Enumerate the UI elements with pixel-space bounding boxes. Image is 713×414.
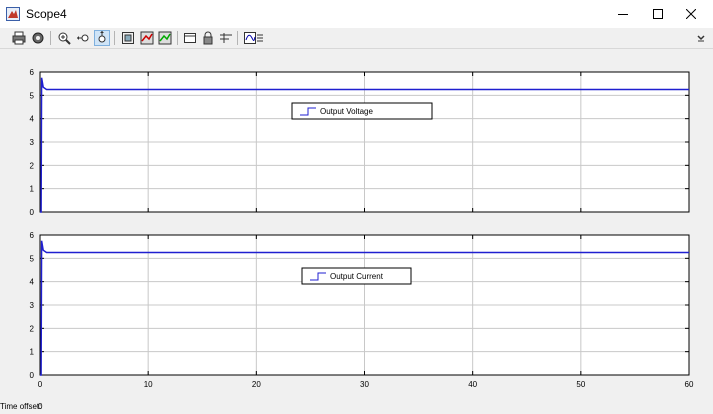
window-title: Scope4 — [26, 7, 67, 21]
title-bar: Scope4 — [0, 0, 713, 28]
y-tick-label: 0 — [30, 371, 35, 380]
close-icon — [686, 9, 696, 19]
zoom-y-icon — [98, 31, 106, 43]
chevron-icon — [697, 35, 705, 42]
matlab-icon — [6, 7, 20, 21]
zoom-x-button[interactable] — [76, 30, 92, 46]
toolbar — [0, 28, 713, 49]
x-tick-label: 60 — [685, 380, 694, 389]
toolbar-separator — [114, 31, 115, 45]
y-tick-label: 4 — [30, 115, 35, 124]
zoom-y-button[interactable] — [94, 30, 110, 46]
legend-label: Output Voltage — [320, 107, 373, 116]
x-tick-label: 20 — [252, 380, 261, 389]
y-tick-label: 3 — [30, 301, 35, 310]
y-tick-label: 5 — [30, 91, 35, 100]
toolbar-separator — [177, 31, 178, 45]
floating-scope-icon — [184, 33, 196, 43]
lock-button[interactable] — [200, 30, 216, 46]
status-bar: Time offset: 0 — [0, 397, 713, 414]
x-tick-label: 10 — [144, 380, 153, 389]
restore-axes-button[interactable] — [157, 30, 173, 46]
save-axes-icon — [140, 31, 154, 45]
legend: Output Current — [301, 267, 412, 285]
signal-selection-icon — [220, 33, 232, 43]
y-tick-label: 1 — [30, 348, 35, 357]
y-tick-label: 6 — [30, 68, 35, 77]
current-axes[interactable]: 01234560 10 20 30 40 50 60Output Current — [0, 225, 713, 397]
legend: Output Voltage — [291, 102, 433, 120]
y-tick-label: 0 — [30, 208, 35, 217]
time-offset-value: 0 — [38, 402, 43, 411]
restore-axes-icon — [158, 31, 172, 45]
floating-scope-button[interactable] — [182, 30, 198, 46]
autoscale-button[interactable] — [120, 30, 136, 46]
y-tick-label: 2 — [30, 324, 35, 333]
toolbar-overflow-button[interactable] — [696, 30, 706, 46]
x-tick-label: 30 — [360, 380, 369, 389]
settings-icon — [32, 32, 44, 44]
y-tick-label: 1 — [30, 185, 35, 194]
toolbar-separator — [50, 31, 51, 45]
x-tick-label: 50 — [576, 380, 585, 389]
toolbar-separator — [237, 31, 238, 45]
y-tick-label: 5 — [30, 254, 35, 263]
legend-icon — [244, 32, 263, 44]
close-button[interactable] — [669, 0, 713, 28]
legend-button[interactable] — [243, 30, 265, 46]
x-tick-label: 40 — [468, 380, 477, 389]
x-tick-label: 0 — [38, 380, 43, 389]
y-tick-label: 2 — [30, 161, 35, 170]
maximize-icon — [653, 9, 663, 19]
settings-button[interactable] — [30, 30, 46, 46]
autoscale-icon — [122, 32, 134, 44]
zoom-in-icon — [58, 32, 71, 45]
y-tick-label: 6 — [30, 231, 35, 240]
minimize-icon — [618, 14, 628, 15]
lock-icon — [203, 31, 213, 45]
save-axes-button[interactable] — [139, 30, 155, 46]
print-icon — [12, 31, 26, 45]
scope-figure: 0 1 2 3 4 5 6 Output Voltage 0 1 2 3 4 5 6 0 10 20 30 40 50… — [0, 49, 713, 397]
voltage-axes[interactable]: 0 1 2 3 4 5 6 Output Voltage — [0, 49, 713, 225]
print-button[interactable] — [11, 30, 27, 46]
zoom-x-icon — [77, 34, 89, 42]
y-tick-label: 4 — [30, 278, 35, 287]
zoom-in-button[interactable] — [56, 30, 72, 46]
y-tick-label: 3 — [30, 138, 35, 147]
legend-label: Output Current — [330, 272, 384, 281]
time-offset-label: Time offset: — [0, 402, 42, 411]
signal-selection-button[interactable] — [218, 30, 234, 46]
